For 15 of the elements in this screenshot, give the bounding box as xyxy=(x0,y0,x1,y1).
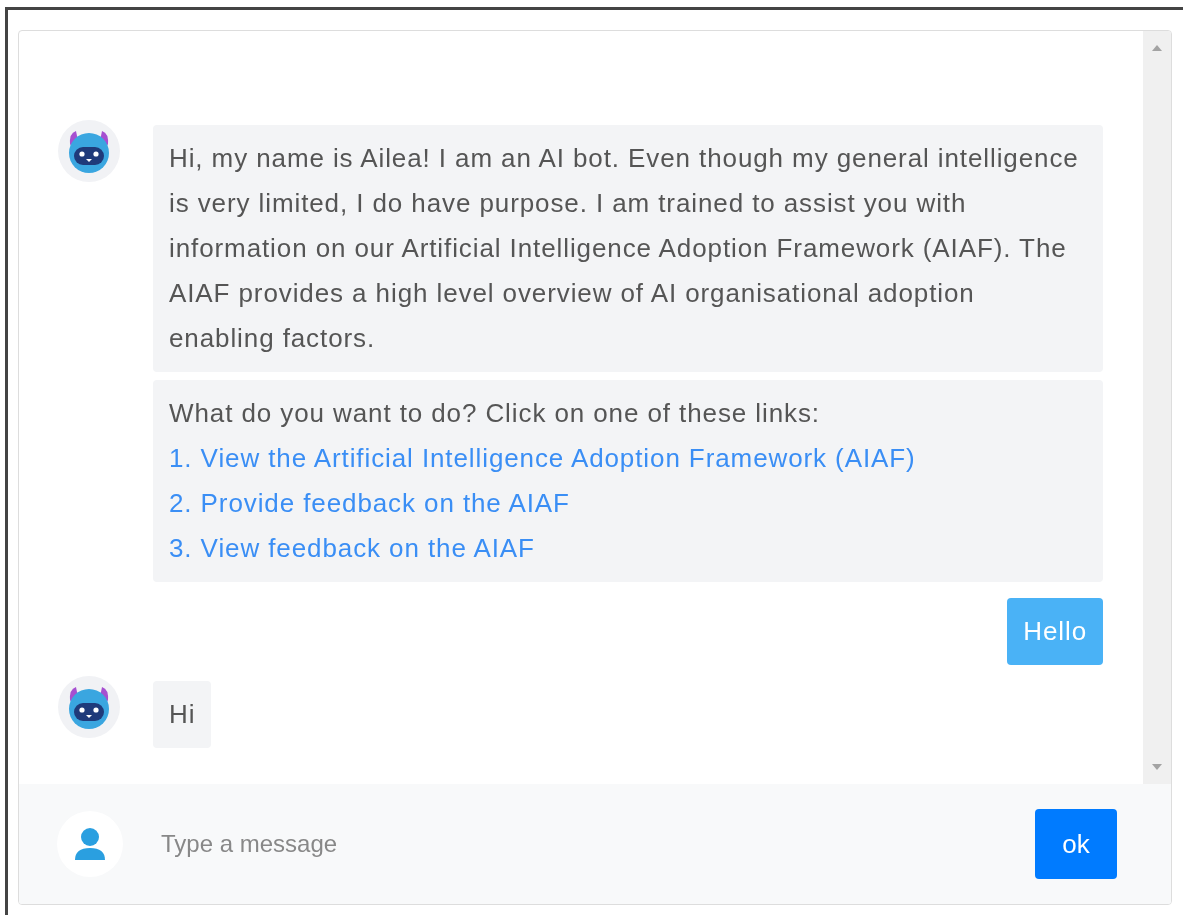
scrollbar[interactable] xyxy=(1143,31,1171,784)
option-link[interactable]: 3. View feedback on the AIAF xyxy=(169,526,535,571)
scroll-down-icon[interactable] xyxy=(1152,764,1162,770)
message-bubble: Hi xyxy=(153,681,212,748)
message-bubble: Hi, my name is Ailea! I am an AI bot. Even though my general intelligence is very limited, I do have purpose. I am trained to assist you with information on our Artificial Intelligence Adoption Framework (AIAF). The AIAF provides a high level overview of AI organisational adoption enabling factors. xyxy=(153,125,1103,372)
robot-avatar-icon xyxy=(57,119,121,183)
send-button[interactable]: ok xyxy=(1035,809,1117,879)
message-input[interactable]: Type a message xyxy=(159,829,1035,859)
option-link[interactable]: 2. Provide feedback on the AIAF xyxy=(169,481,570,526)
user-avatar-icon xyxy=(57,811,123,877)
message-bubble: Hello xyxy=(1007,598,1103,665)
scroll-up-icon[interactable] xyxy=(1152,45,1162,51)
option-link[interactable]: 1. View the Artificial Intelligence Adoption Framework (AIAF) xyxy=(169,436,916,481)
message-text: What do you want to do? Click on one of these links: xyxy=(169,397,820,430)
robot-avatar-icon xyxy=(57,675,121,739)
